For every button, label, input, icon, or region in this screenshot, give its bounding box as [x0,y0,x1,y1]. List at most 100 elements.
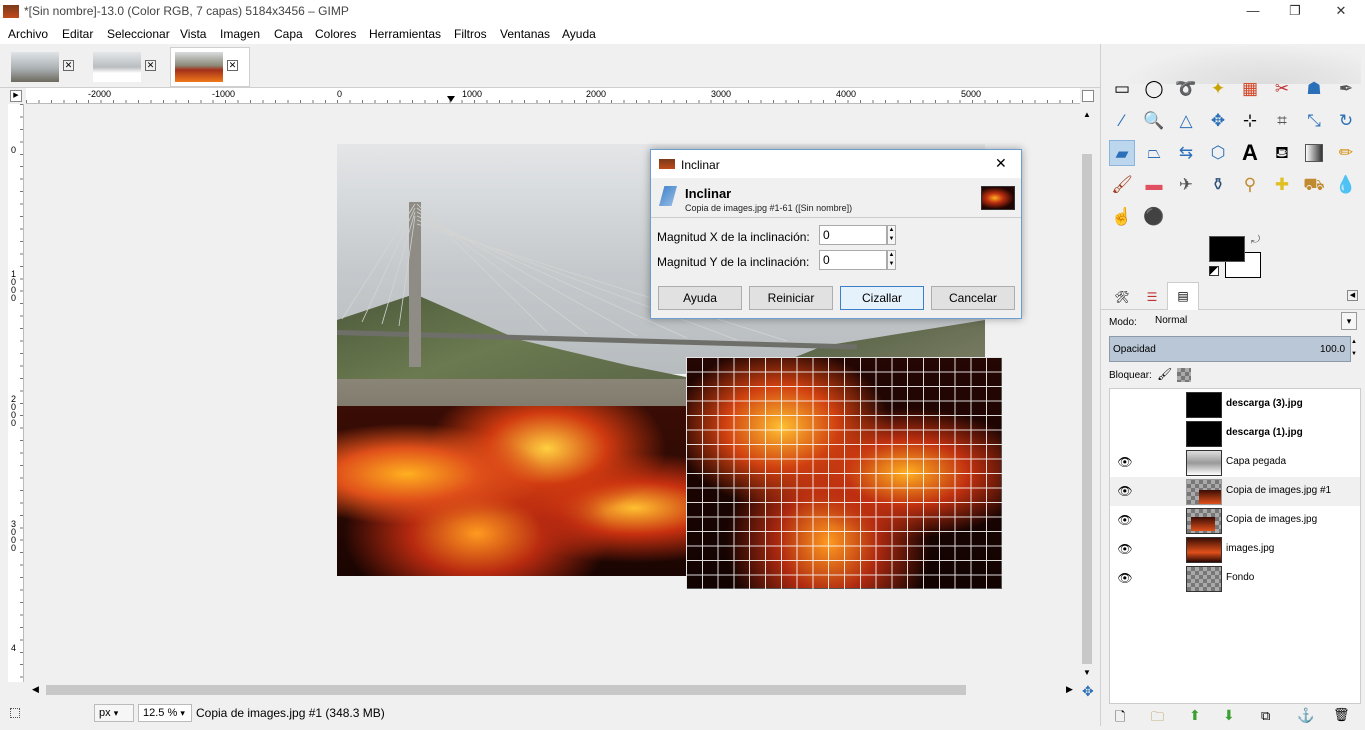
layer-row[interactable]: 👁 Copia de images.jpg #1 [1110,477,1360,506]
mode-select[interactable]: Normal ▾ [1151,312,1357,332]
select-by-color-icon[interactable]: ▦ [1237,76,1263,102]
minimize-button[interactable]: — [1230,0,1276,24]
foreground-select-icon[interactable]: ☗ [1301,76,1327,102]
horizontal-scrollbar[interactable]: ◀ ▶ [26,682,1080,698]
duplicate-layer-icon[interactable]: ⧉ [1261,708,1270,724]
scroll-down-icon[interactable]: ▼ [1083,668,1091,677]
layer-row[interactable]: descarga (1).jpg [1110,419,1360,448]
lock-pixels-icon[interactable]: 🖌 [1157,367,1172,381]
paintbrush-icon[interactable]: 🖌 [1109,172,1135,198]
menu-filtros[interactable]: Filtros [454,27,487,41]
reset-button[interactable]: Reiniciar [749,286,833,310]
rotate-icon[interactable]: ↻ [1333,108,1359,134]
layer-row[interactable]: 👁 Copia de images.jpg [1110,506,1360,535]
maximize-button[interactable]: ❐ [1272,0,1318,24]
vertical-ruler[interactable]: 0 1000 2000 3000 4 [8,104,24,682]
vertical-scroll-thumb[interactable] [1082,154,1092,664]
new-layer-group-icon[interactable]: 🗀 [1151,708,1164,730]
chevron-down-icon[interactable]: ▾ [1341,312,1357,330]
rect-select-icon[interactable]: ▭ [1109,76,1135,102]
text-icon[interactable]: A [1237,140,1263,166]
perspective-clone-icon[interactable]: ⛟ [1301,172,1327,198]
opacity-slider[interactable]: Opacidad 100.0 [1109,336,1351,362]
image-tab-1[interactable]: ✕ [6,47,86,87]
menu-ventanas[interactable]: Ventanas [500,27,550,41]
zoom-icon[interactable]: 🔍 [1141,108,1167,134]
visibility-eye-icon[interactable]: 👁 [1116,571,1134,585]
tab-tool-options[interactable]: 🛠 [1109,285,1135,309]
shear-icon[interactable]: ▰ [1109,140,1135,166]
eraser-icon[interactable]: ▬ [1141,172,1167,198]
menu-archivo[interactable]: Archivo [8,27,48,41]
vertical-scrollbar[interactable]: ▲ ▼ [1080,104,1094,682]
menu-colores[interactable]: Colores [315,27,356,41]
foreground-color-swatch[interactable] [1209,236,1245,262]
unit-selector[interactable]: px ▾ [94,704,134,722]
layer-row[interactable]: 👁 images.jpg [1110,535,1360,564]
new-layer-icon[interactable]: 🗋 [1115,708,1125,730]
layer-row[interactable]: 👁 Fondo [1110,564,1360,593]
opacity-stepper[interactable]: ▲ ▼ [1351,336,1359,362]
layer-row[interactable]: 👁 Capa pegada [1110,448,1360,477]
heal-icon[interactable]: ✚ [1269,172,1295,198]
menu-herramientas[interactable]: Herramientas [369,27,441,41]
paths-icon[interactable]: ✒ [1333,76,1359,102]
fuzzy-select-icon[interactable]: ✦ [1205,76,1231,102]
menu-seleccionar[interactable]: Seleccionar [107,27,170,41]
visibility-eye-icon[interactable]: 👁 [1116,455,1134,469]
delete-layer-icon[interactable]: 🗑 [1333,707,1350,723]
lower-layer-icon[interactable]: ⬇ [1223,707,1235,724]
help-button[interactable]: Ayuda [658,286,742,310]
color-picker-icon[interactable]: ⁄ [1109,108,1135,134]
image-tab-2[interactable]: ✕ [88,47,168,87]
shear-y-input[interactable] [819,250,887,270]
horizontal-scroll-thumb[interactable] [46,685,966,695]
menu-ayuda[interactable]: Ayuda [562,27,596,41]
default-colors-icon[interactable] [1209,266,1219,276]
smudge-icon[interactable]: ☝ [1109,204,1135,230]
shear-x-stepper[interactable]: ▲ ▼ [887,225,896,245]
close-tab-icon[interactable]: ✕ [145,60,156,71]
horizontal-ruler[interactable]: -2000 -1000 0 1000 2000 3000 4000 5000 [26,88,1080,104]
ellipse-select-icon[interactable]: ◯ [1141,76,1167,102]
swap-colors-icon[interactable]: ⤾ [1251,234,1260,247]
menu-editar[interactable]: Editar [62,27,93,41]
airbrush-icon[interactable]: ✈ [1173,172,1199,198]
scroll-left-icon[interactable]: ◀ [32,684,39,695]
visibility-eye-icon[interactable]: 👁 [1116,542,1134,556]
zoom-field[interactable]: 12.5 % ▾ [138,704,192,722]
crop-icon[interactable]: ⌗ [1269,108,1295,134]
lasso-icon[interactable]: ➰ [1173,76,1199,102]
unified-transform-icon[interactable]: ⤡ [1301,108,1327,134]
align-icon[interactable]: ⊹ [1237,108,1263,134]
blur-icon[interactable]: 💧 [1333,172,1359,198]
blend-icon[interactable] [1301,140,1327,166]
tab-layers[interactable]: ▤ [1167,282,1199,310]
layers-list[interactable]: descarga (3).jpg descarga (1).jpg 👁 Capa… [1109,388,1361,704]
shear-x-input[interactable] [819,225,887,245]
layer-row[interactable]: descarga (3).jpg [1110,390,1360,419]
close-tab-icon[interactable]: ✕ [63,60,74,71]
clone-icon[interactable]: ⚲ [1237,172,1263,198]
ruler-corner[interactable]: ▶ [10,90,22,102]
tab-layers-stack[interactable]: ☰ [1139,285,1165,309]
ink-icon[interactable]: ⚱ [1205,172,1231,198]
cancel-button[interactable]: Cancelar [931,286,1015,310]
scissors-icon[interactable]: ✂ [1269,76,1295,102]
anchor-layer-icon[interactable]: ⚓ [1297,707,1314,724]
navigate-move-icon[interactable]: ✥ [1082,684,1096,698]
measure-icon[interactable]: △ [1173,108,1199,134]
scroll-right-icon[interactable]: ▶ [1066,684,1073,695]
raise-layer-icon[interactable]: ⬆ [1189,707,1201,724]
navigate-icon[interactable] [1082,90,1094,102]
flip-icon[interactable]: ⇆ [1173,140,1199,166]
move-icon[interactable]: ✥ [1205,108,1231,134]
menu-imagen[interactable]: Imagen [220,27,260,41]
menu-capa[interactable]: Capa [274,27,303,41]
visibility-eye-icon[interactable]: 👁 [1116,484,1134,498]
image-tab-3[interactable]: ✕ [170,47,250,87]
bucket-fill-icon[interactable]: ⛾ [1269,140,1295,166]
dock-menu-icon[interactable]: ◀ [1347,290,1358,301]
dodge-icon[interactable]: ⚫ [1141,204,1167,230]
perspective-icon[interactable]: ⏢ [1141,140,1167,166]
